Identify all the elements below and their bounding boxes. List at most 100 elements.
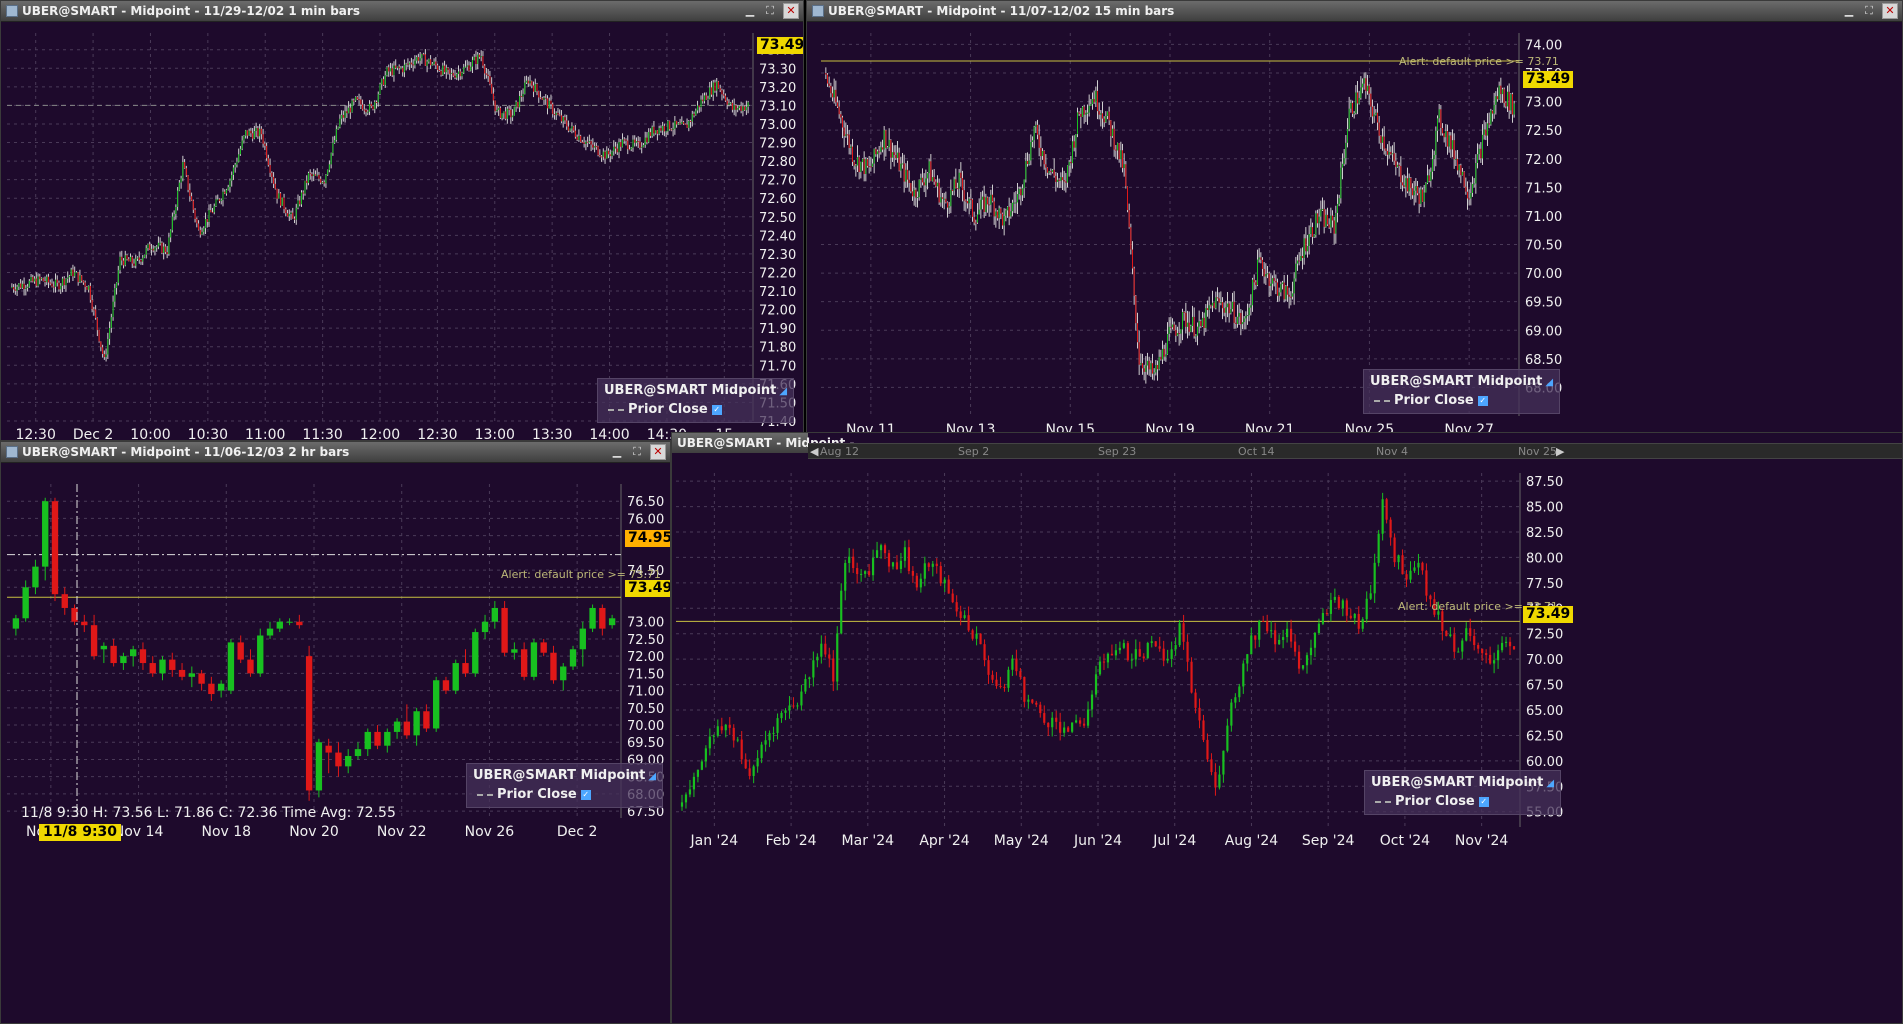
- candle-body: [424, 54, 426, 66]
- candle-body: [1203, 317, 1205, 328]
- candle-body: [580, 135, 582, 142]
- candle-body: [923, 182, 925, 186]
- maximize-icon[interactable]: ⛶: [1862, 4, 1876, 18]
- minimize-icon[interactable]: ▁: [743, 4, 757, 18]
- minimize-icon[interactable]: ▁: [610, 445, 624, 459]
- candle-body: [1485, 129, 1487, 136]
- candle-body: [1367, 85, 1368, 92]
- y-tick-label: 72.50: [627, 633, 664, 648]
- candle-body: [1113, 128, 1115, 150]
- close-icon[interactable]: ✕: [1882, 3, 1898, 19]
- y-tick-label: 73.30: [759, 62, 796, 77]
- chart-legend[interactable]: UBER@SMART Midpoint ◢ Prior Close ✓: [1363, 369, 1561, 414]
- candle-body: [519, 95, 521, 108]
- window-icon: [6, 446, 18, 458]
- candle-body: [1357, 613, 1360, 629]
- candle-body: [135, 258, 137, 266]
- candle-body: [1107, 111, 1108, 117]
- x-tick-label: May '24: [994, 833, 1049, 849]
- candle-body: [1381, 499, 1384, 534]
- candle-body: [1183, 311, 1185, 313]
- last-price-tag: 73.49: [625, 580, 670, 597]
- checkbox-icon[interactable]: ✓: [711, 404, 722, 415]
- candle-body: [1130, 227, 1132, 250]
- y-tick-label: 68.50: [1525, 353, 1562, 368]
- y-tick-label: 85.00: [1526, 501, 1563, 516]
- chart-area[interactable]: 76.5076.0075.5074.5074.0073.0072.5072.00…: [1, 462, 671, 1024]
- candle-body: [935, 563, 938, 567]
- candle-body: [972, 199, 973, 217]
- window-title: UBER@SMART - Midpoint - 11/06-12/03 2 hr…: [22, 445, 350, 459]
- candle-body: [1497, 96, 1498, 100]
- candle-body: [1358, 97, 1360, 104]
- chart-legend[interactable]: UBER@SMART Midpoint ◢ Prior Close ✓: [1364, 770, 1562, 815]
- candle-body: [1135, 295, 1137, 324]
- candle-body: [91, 299, 93, 310]
- candle-body: [1397, 164, 1398, 167]
- chart-area[interactable]: 87.5085.0082.5080.0077.5075.0072.5070.00…: [672, 459, 1903, 1024]
- candle-body: [423, 711, 430, 729]
- candle-body: [888, 139, 890, 148]
- candle-body: [381, 79, 383, 85]
- candle-body: [96, 317, 98, 331]
- chart-area[interactable]: 74.0073.5073.0072.5072.0071.5071.0070.50…: [807, 21, 1903, 441]
- candle-body: [1410, 177, 1412, 189]
- y-tick-label: 60.00: [1526, 755, 1563, 770]
- legend-settings-icon[interactable]: ◢: [779, 386, 787, 397]
- timeline-scrollbar[interactable]: ◀ Aug 12 Sep 2 Sep 23 Oct 14 Nov 4 Nov 2…: [808, 443, 1902, 459]
- candle-body: [112, 301, 114, 318]
- candle-body: [1297, 260, 1298, 264]
- candle-body: [1042, 150, 1043, 157]
- candle-body: [585, 141, 587, 144]
- candle-body: [257, 635, 264, 674]
- candle-body: [1118, 143, 1120, 160]
- candle-body: [206, 219, 208, 222]
- candle-body: [953, 179, 955, 191]
- candle-body: [1125, 164, 1127, 187]
- candle-body: [1146, 642, 1149, 659]
- chart-legend[interactable]: UBER@SMART Midpoint ◢ Prior Close ✓: [466, 763, 664, 808]
- candle-body: [748, 768, 751, 776]
- candle-body: [1266, 621, 1269, 632]
- candle-body: [1458, 165, 1460, 171]
- candle-body: [833, 89, 835, 98]
- maximize-icon[interactable]: ⛶: [763, 4, 777, 18]
- candle-body: [1160, 356, 1162, 360]
- candle-body: [768, 733, 771, 741]
- candle-body: [1498, 85, 1500, 100]
- scroll-left-arrow-icon[interactable]: ◀: [810, 445, 818, 458]
- legend-settings-icon[interactable]: ◢: [1546, 778, 1554, 789]
- x-tick-label: Jan '24: [690, 833, 739, 849]
- candle-body: [494, 100, 496, 112]
- chart-legend[interactable]: UBER@SMART Midpoint ◢ Prior Close ✓: [597, 378, 795, 423]
- candle-body: [1059, 721, 1062, 733]
- legend-prior-close-label: Prior Close: [628, 402, 708, 417]
- close-icon[interactable]: ✕: [650, 444, 666, 460]
- minimize-icon[interactable]: ▁: [1842, 4, 1856, 18]
- close-icon[interactable]: ✕: [783, 3, 799, 19]
- candle-body: [1418, 193, 1420, 204]
- window-titlebar[interactable]: UBER@SMART - Midpoint -: [672, 433, 854, 453]
- legend-settings-icon[interactable]: ◢: [1545, 377, 1553, 388]
- scroll-right-arrow-icon[interactable]: ▶: [1556, 445, 1564, 458]
- window-titlebar[interactable]: UBER@SMART - Midpoint - 11/07-12/02 15 m…: [807, 1, 1902, 22]
- window-titlebar[interactable]: UBER@SMART - Midpoint - 11/06-12/03 2 hr…: [1, 442, 670, 463]
- checkbox-icon[interactable]: ✓: [1477, 395, 1488, 406]
- checkbox-icon[interactable]: ✓: [580, 789, 591, 800]
- legend-settings-icon[interactable]: ◢: [648, 771, 656, 782]
- candle-body: [609, 154, 611, 157]
- checkbox-icon[interactable]: ✓: [1478, 796, 1489, 807]
- candle-body: [510, 109, 512, 118]
- candle-body: [672, 128, 674, 130]
- candle-body: [239, 148, 241, 155]
- candle-body: [1318, 216, 1320, 224]
- candle-body: [246, 130, 248, 136]
- candle-body: [867, 159, 868, 167]
- candle-body: [449, 69, 451, 74]
- window-titlebar[interactable]: UBER@SMART - Midpoint - 11/29-12/02 1 mi…: [1, 1, 803, 22]
- candle-body: [691, 113, 693, 122]
- maximize-icon[interactable]: ⛶: [630, 445, 644, 459]
- candle-body: [79, 275, 81, 283]
- candle-body: [1063, 180, 1065, 182]
- candle-body: [1303, 238, 1305, 258]
